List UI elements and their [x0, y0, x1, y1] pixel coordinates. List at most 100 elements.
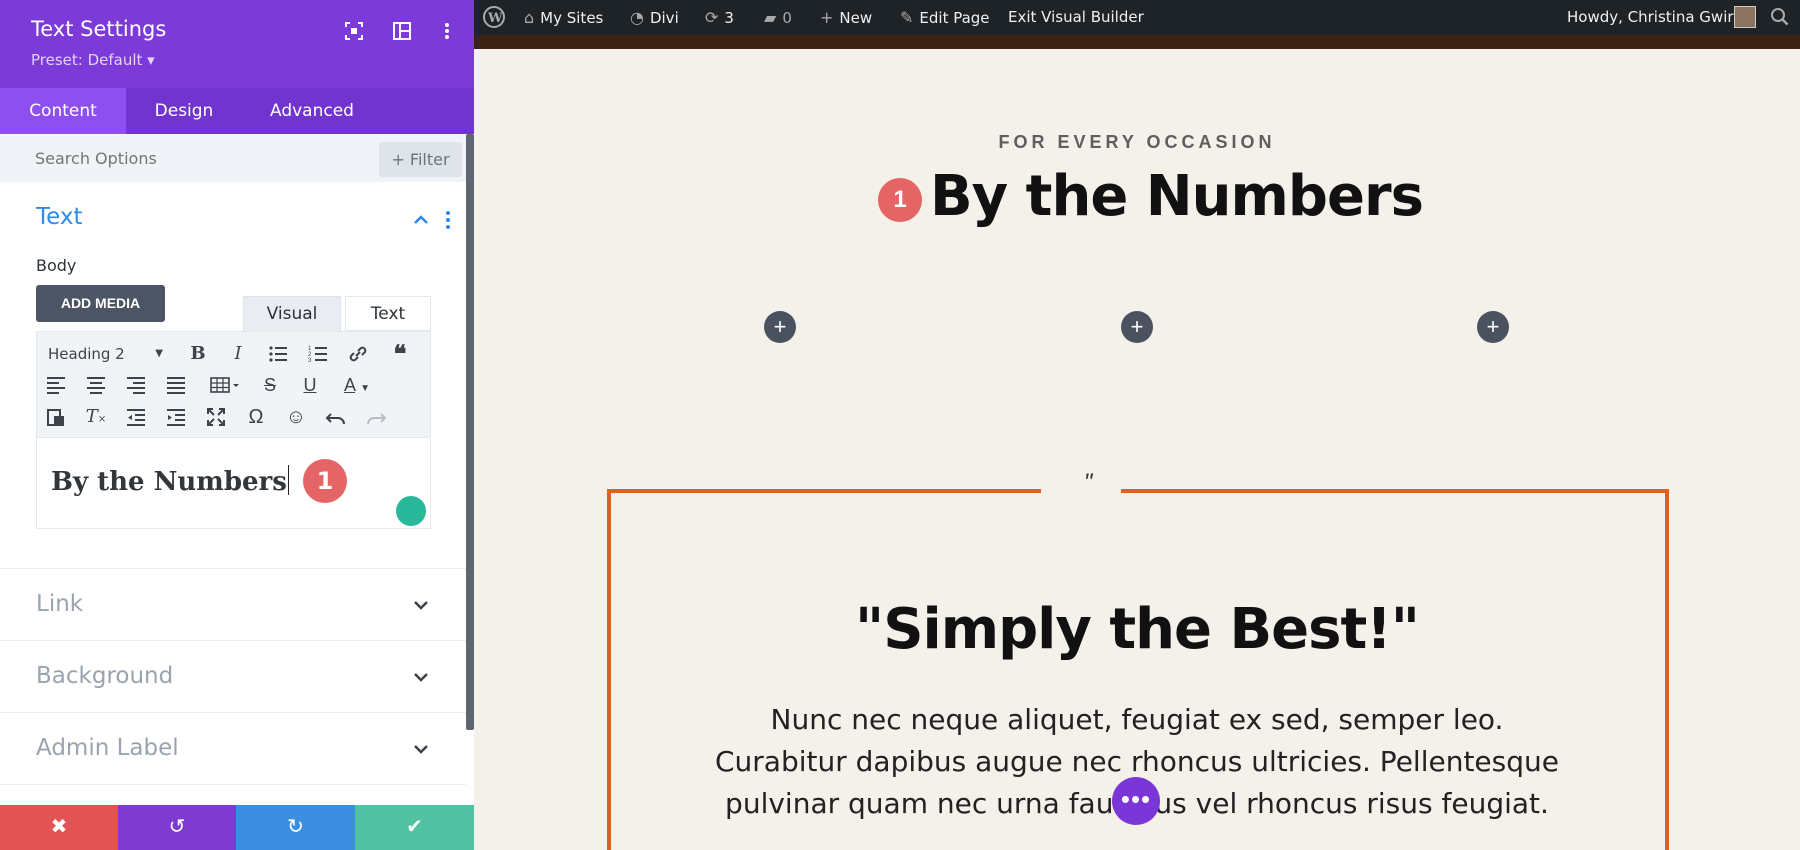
panel-title: Text Settings	[31, 17, 167, 41]
step-badge: 1	[878, 178, 922, 222]
text-section-title[interactable]: Text	[36, 204, 83, 230]
fullscreen-icon[interactable]	[343, 20, 365, 42]
section-overline[interactable]: FOR EVERY OCCASION	[474, 132, 1800, 153]
numbered-list-icon[interactable]: 123	[305, 341, 331, 367]
emoji-icon[interactable]: ☺	[283, 404, 309, 430]
grammarly-icon[interactable]	[396, 496, 426, 526]
preset-dropdown[interactable]: Preset: Default ▾	[31, 51, 155, 69]
format-select-value: Heading 2	[48, 345, 125, 363]
redo-button[interactable]: ↻	[236, 805, 355, 850]
admin-label-section[interactable]: Admin Label	[0, 712, 466, 784]
paste-text-icon[interactable]	[43, 404, 69, 430]
align-justify-icon[interactable]	[163, 372, 189, 398]
panel-scrollbar[interactable]	[466, 134, 474, 730]
my-sites-label: My Sites	[540, 9, 604, 27]
updates-menu[interactable]: ⟳ 3	[705, 0, 734, 35]
editor-text-value: By the Numbers	[51, 467, 287, 497]
editor-tab-visual[interactable]: Visual	[243, 296, 341, 331]
italic-icon[interactable]: I	[225, 341, 251, 367]
link-section[interactable]: Link	[0, 568, 466, 640]
search-row: + Filter	[0, 134, 474, 182]
builder-menu-button[interactable]: •••	[1112, 777, 1160, 825]
text-color-icon[interactable]: A ▼	[337, 372, 377, 398]
add-module-button[interactable]: +	[764, 311, 796, 343]
background-section[interactable]: Background	[0, 640, 466, 712]
panel-tabs: Content Design Advanced	[0, 88, 474, 134]
layout-icon[interactable]	[391, 20, 413, 42]
comments-menu[interactable]: ▰ 0	[764, 0, 792, 35]
table-icon[interactable]	[207, 372, 243, 398]
hero-image-strip	[474, 35, 1800, 49]
chevron-down-icon	[414, 601, 428, 610]
add-module-button[interactable]: +	[1477, 311, 1509, 343]
more-options-icon[interactable]	[436, 20, 458, 42]
special-character-icon[interactable]: Ω	[243, 404, 269, 430]
new-menu[interactable]: + New	[820, 0, 872, 35]
align-center-icon[interactable]	[83, 372, 109, 398]
comments-count: 0	[782, 9, 792, 27]
add-media-button[interactable]: ADD MEDIA	[36, 285, 165, 322]
admin-label-section-title: Admin Label	[36, 735, 179, 761]
section-options-icon[interactable]	[444, 210, 452, 230]
align-right-icon[interactable]	[123, 372, 149, 398]
redo-icon[interactable]	[363, 404, 389, 430]
save-button[interactable]: ✔	[355, 805, 474, 850]
editor-content-area[interactable]: By the Numbers 1	[36, 438, 431, 529]
sites-icon: ⌂	[524, 8, 535, 27]
chevron-down-icon	[414, 745, 428, 754]
exit-visual-builder-link[interactable]: Exit Visual Builder	[1008, 0, 1144, 35]
body-label: Body	[36, 256, 77, 275]
blockquote-icon[interactable]: ❝	[387, 341, 413, 367]
panel-header: Text Settings Preset: Default ▾	[0, 0, 474, 88]
caret-down-icon: ▼	[155, 348, 163, 359]
site-menu[interactable]: ◔ Divi	[630, 0, 679, 35]
step-badge: 1	[303, 459, 347, 503]
comment-icon: ▰	[764, 8, 777, 27]
filter-button[interactable]: + Filter	[379, 142, 462, 177]
editor-text[interactable]: By the Numbers	[51, 465, 289, 497]
plus-icon: +	[820, 8, 834, 27]
edit-page-link[interactable]: ✎ Edit Page	[900, 0, 990, 35]
tab-design[interactable]: Design	[126, 88, 242, 134]
undo-icon[interactable]	[323, 404, 349, 430]
user-greeting[interactable]: Howdy, Christina Gwira	[1567, 0, 1743, 35]
clear-formatting-icon[interactable]: T×	[83, 404, 109, 430]
link-icon[interactable]	[345, 341, 371, 367]
settings-panel: Text Settings Preset: Default ▾ Content …	[0, 0, 474, 850]
align-left-icon[interactable]	[43, 372, 69, 398]
fullscreen-editor-icon[interactable]	[203, 404, 229, 430]
tab-advanced[interactable]: Advanced	[242, 88, 382, 134]
updates-icon: ⟳	[705, 8, 719, 27]
wordpress-logo-icon[interactable]: W	[482, 0, 506, 35]
indent-icon[interactable]	[163, 404, 189, 430]
panel-footer: ✖ ↺ ↻ ✔	[0, 805, 474, 850]
editor-tab-text[interactable]: Text	[345, 296, 431, 331]
cancel-button[interactable]: ✖	[0, 805, 118, 850]
dashboard-icon: ◔	[630, 8, 644, 27]
updates-count: 3	[724, 9, 734, 27]
admin-bar: W ⌂ My Sites ◔ Divi ⟳ 3 ▰ 0 + New ✎ Edit Page …	[474, 0, 1800, 35]
tab-content[interactable]: Content	[0, 88, 126, 134]
svg-text:W: W	[487, 11, 503, 26]
page-heading[interactable]: By the Numbers	[930, 164, 1424, 229]
chevron-down-icon	[414, 673, 428, 682]
strikethrough-icon[interactable]: S	[257, 372, 283, 398]
undo-button[interactable]: ↺	[118, 805, 236, 850]
testimonial-heading[interactable]: "Simply the Best!"	[474, 597, 1800, 662]
chevron-up-icon[interactable]	[411, 212, 431, 228]
search-icon[interactable]	[1770, 0, 1790, 35]
svg-text:3: 3	[308, 358, 312, 364]
format-select[interactable]: Heading 2 ▼	[48, 341, 163, 367]
add-module-button[interactable]: +	[1121, 311, 1153, 343]
background-section-title: Background	[36, 663, 174, 689]
outdent-icon[interactable]	[123, 404, 149, 430]
section-divider	[0, 784, 466, 805]
new-label: New	[839, 9, 873, 27]
bullet-list-icon[interactable]	[265, 341, 291, 367]
avatar[interactable]	[1734, 6, 1756, 28]
edit-page-label: Edit Page	[919, 9, 990, 27]
underline-icon[interactable]: U	[297, 372, 323, 398]
my-sites-menu[interactable]: ⌂ My Sites	[524, 0, 603, 35]
search-options-input[interactable]	[22, 142, 372, 174]
bold-icon[interactable]: B	[185, 341, 211, 367]
